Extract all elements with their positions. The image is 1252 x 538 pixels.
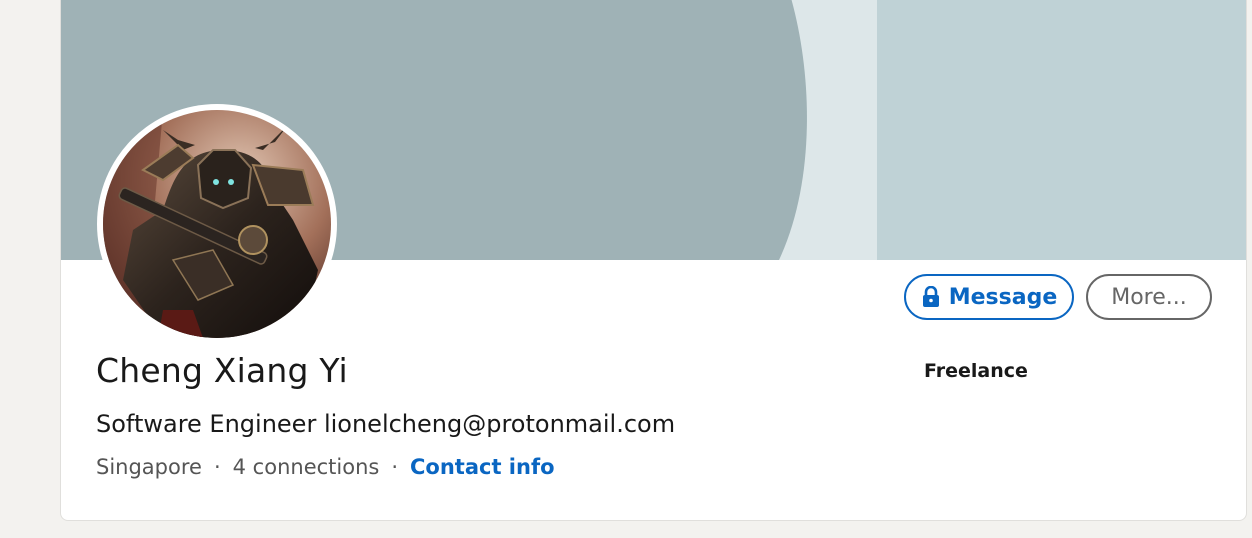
separator-dot: · <box>391 455 399 479</box>
more-button-label: More... <box>1111 284 1187 310</box>
message-button-label: Message <box>948 284 1058 310</box>
message-button[interactable]: Message <box>904 274 1074 320</box>
separator-dot: · <box>213 455 221 479</box>
current-company[interactable]: Freelance <box>924 360 1028 382</box>
location-text: Singapore <box>96 455 202 479</box>
profile-meta: Singapore · 4 connections · Contact info <box>96 455 555 479</box>
avatar-image <box>103 110 331 338</box>
profile-card: Message More... Cheng Xiang Yi Freelance… <box>60 0 1247 521</box>
profile-name: Cheng Xiang Yi <box>96 351 348 390</box>
connections-count[interactable]: 4 connections <box>233 455 380 479</box>
more-button[interactable]: More... <box>1086 274 1212 320</box>
lock-icon <box>922 286 939 307</box>
profile-headline: Software Engineer lionelcheng@protonmail… <box>96 410 676 438</box>
contact-info-link[interactable]: Contact info <box>410 455 555 479</box>
profile-photo[interactable] <box>97 104 337 344</box>
